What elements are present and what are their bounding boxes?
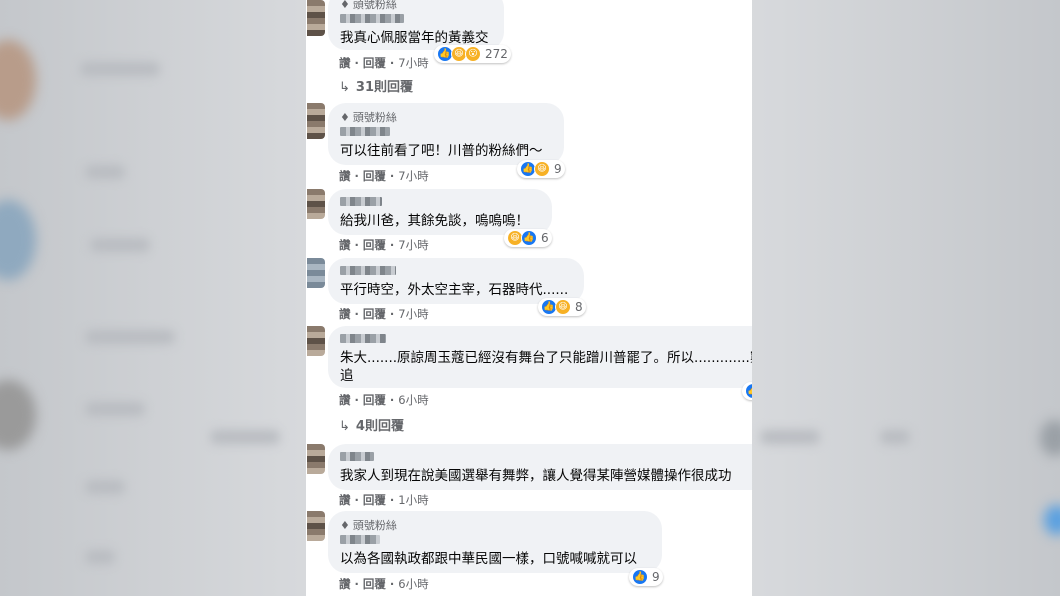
comment-text-continued: 追: [340, 368, 354, 384]
avatar[interactable]: [307, 326, 325, 356]
comment-actions: 讚 · 回覆 · 6小時: [339, 577, 429, 591]
blurred-line: [85, 402, 145, 416]
comment-actions: 讚 · 回覆 · 7小時: [339, 238, 429, 252]
avatar[interactable]: [307, 511, 325, 541]
diamond-icon: ♦: [340, 518, 350, 532]
timestamp[interactable]: 7小時: [398, 307, 428, 321]
avatar[interactable]: [307, 258, 325, 288]
comment-bubble: 朱大.......原諒周玉蔻已經沒有舞台了只能蹭川普罷了。所以.........…: [328, 326, 752, 388]
fan-badge: ♦ 頭號粉絲: [340, 518, 397, 533]
reaction-summary[interactable]: 👍 😆 9: [517, 160, 565, 178]
avatar[interactable]: [307, 103, 325, 139]
blurred-line: [85, 550, 115, 564]
comment-text: 以為各國執政都跟中華民國一樣，口號喊喊就可以: [340, 551, 637, 567]
comment-bubble: ♦ 頭號粉絲 以為各國執政都跟中華民國一樣，口號喊喊就可以: [328, 511, 662, 573]
comment-actions: 讚 · 回覆 · 7小時: [339, 169, 429, 183]
comment-text: 平行時空，外太空主宰，石器時代......: [340, 282, 569, 298]
view-replies-link[interactable]: ↳ 31則回覆: [339, 76, 413, 95]
pixelated-username[interactable]: [340, 452, 374, 461]
blurred-line: [80, 62, 160, 76]
reaction-count: 6: [541, 231, 549, 245]
pixelated-username[interactable]: [340, 266, 396, 275]
comment-text: 可以往前看了吧！川普的粉絲們～: [340, 143, 543, 159]
fan-badge: ♦ 頭號粉絲: [340, 0, 492, 12]
timestamp[interactable]: 6小時: [398, 393, 428, 407]
avatar[interactable]: [307, 444, 325, 474]
pixelated-username[interactable]: [340, 14, 404, 23]
pixelated-username[interactable]: [340, 127, 390, 136]
reply-link[interactable]: 回覆: [363, 238, 386, 252]
reply-link[interactable]: 回覆: [363, 493, 386, 507]
reply-link[interactable]: 回覆: [363, 56, 386, 70]
like-link[interactable]: 讚: [339, 307, 351, 321]
reaction-summary[interactable]: 👍: [742, 382, 752, 400]
like-link[interactable]: 讚: [339, 577, 351, 591]
pixelated-username[interactable]: [340, 197, 382, 206]
reaction-count: 8: [575, 300, 583, 314]
blurred-line: [90, 238, 150, 252]
reaction-summary[interactable]: 👍 9: [629, 568, 663, 586]
blurred-line: [760, 430, 820, 444]
comment-text: 朱大.......原諒周玉蔻已經沒有舞台了只能蹭川普罷了。所以.........…: [340, 350, 752, 366]
reaction-count: 272: [485, 47, 508, 61]
blurred-line: [85, 165, 125, 179]
timestamp[interactable]: 6小時: [398, 577, 428, 591]
comment-bubble: 我家人到現在說美國選舉有舞弊，讓人覺得某陣營媒體操作很成功: [328, 444, 752, 490]
reaction-summary[interactable]: 👍 😆 8: [538, 298, 586, 316]
comment-text: 給我川爸，其餘免談，嗚嗚嗚！: [340, 213, 529, 229]
like-reaction-icon: 👍: [521, 230, 537, 246]
comment-actions: 讚 · 回覆 · 6小時: [339, 393, 429, 407]
like-link[interactable]: 讚: [339, 393, 351, 407]
like-reaction-icon: 👍: [745, 383, 752, 399]
diamond-icon: ♦: [340, 0, 350, 11]
blurred-line: [85, 480, 125, 494]
timestamp[interactable]: 7小時: [398, 56, 428, 70]
like-link[interactable]: 讚: [339, 493, 351, 507]
reply-link[interactable]: 回覆: [363, 169, 386, 183]
like-link[interactable]: 讚: [339, 238, 351, 252]
timestamp[interactable]: 1小時: [398, 493, 428, 507]
reply-arrow-icon: ↳: [339, 80, 350, 95]
blurred-line: [210, 430, 280, 444]
reply-link[interactable]: 回覆: [363, 393, 386, 407]
haha-reaction-icon: 😆: [555, 299, 571, 315]
reply-link[interactable]: 回覆: [363, 307, 386, 321]
comment-text: 我家人到現在說美國選舉有舞弊，讓人覺得某陣營媒體操作很成功: [340, 468, 732, 484]
fan-badge: ♦ 頭號粉絲: [340, 110, 397, 125]
comment-actions: 讚 · 回覆 · 7小時: [339, 307, 429, 321]
comment-actions: 讚 · 回覆 · 1小時: [339, 493, 429, 507]
reaction-summary[interactable]: 👍 😆 😮 272: [434, 45, 511, 63]
wow-reaction-icon: 😮: [465, 46, 481, 62]
diamond-icon: ♦: [340, 110, 350, 124]
reply-arrow-icon: ↳: [339, 419, 350, 434]
comment-panel: ♦ 頭號粉絲 我真心佩服當年的黃義交 👍 😆 😮 272 讚 · 回覆 · 7小時…: [306, 0, 752, 596]
avatar[interactable]: [307, 189, 325, 219]
view-replies-link[interactable]: ↳ 4則回覆: [339, 415, 404, 434]
like-link[interactable]: 讚: [339, 56, 351, 70]
pixelated-username[interactable]: [340, 334, 386, 343]
comment-bubble: ♦ 頭號粉絲 可以往前看了吧！川普的粉絲們～: [328, 103, 564, 165]
reaction-summary[interactable]: 😆 👍 6: [504, 229, 552, 247]
timestamp[interactable]: 7小時: [398, 169, 428, 183]
timestamp[interactable]: 7小時: [398, 238, 428, 252]
like-link[interactable]: 讚: [339, 169, 351, 183]
like-reaction-icon: 👍: [632, 569, 648, 585]
reply-link[interactable]: 回覆: [363, 577, 386, 591]
pixelated-username[interactable]: [340, 535, 380, 544]
reaction-count: 9: [554, 162, 562, 176]
reaction-count: 9: [652, 570, 660, 584]
comment-bubble: ♦ 頭號粉絲 我真心佩服當年的黃義交: [328, 0, 504, 50]
blurred-line: [85, 330, 175, 344]
avatar[interactable]: [307, 0, 325, 36]
haha-reaction-icon: 😆: [534, 161, 550, 177]
comment-actions: 讚 · 回覆 · 7小時: [339, 56, 429, 70]
blurred-line: [880, 430, 910, 444]
